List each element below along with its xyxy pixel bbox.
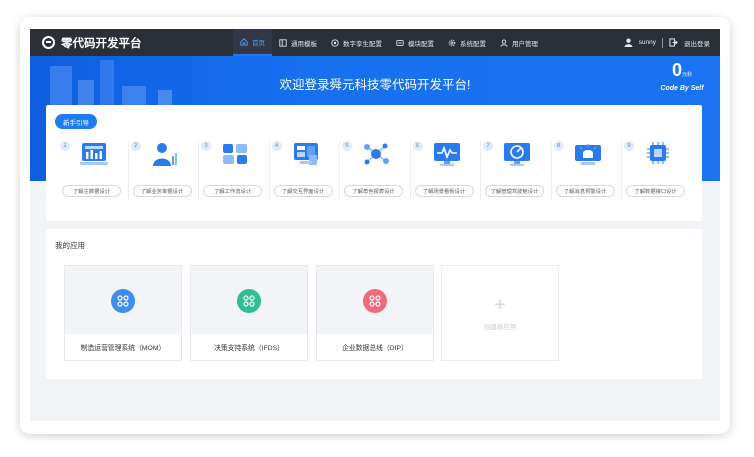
gear-icon bbox=[448, 39, 456, 46]
step-number: 1 bbox=[60, 141, 70, 151]
guide-step-button[interactable]: 了解管理驾驶舱设计 bbox=[485, 185, 544, 197]
logout-icon[interactable] bbox=[669, 38, 678, 47]
nav-label: 模块配置 bbox=[408, 40, 434, 48]
app-grid-icon bbox=[237, 289, 261, 313]
app-card-top bbox=[65, 266, 181, 336]
app-card-top bbox=[317, 266, 433, 336]
guide-step-button[interactable]: 了解消息预警设计 bbox=[555, 185, 615, 197]
guide-step-1: 1 了解主数据设计 bbox=[58, 141, 129, 201]
guide-step-button[interactable]: 了解主数据设计 bbox=[62, 185, 121, 197]
brand-logo-icon bbox=[42, 36, 55, 49]
guide-step-4: 4 了解交互界面设计 bbox=[270, 141, 340, 201]
logo-sub: 元科 bbox=[682, 72, 693, 78]
app-card-top bbox=[191, 266, 307, 336]
dashboard-icon bbox=[80, 143, 108, 165]
workflow-icon bbox=[223, 144, 247, 164]
logout-button[interactable]: 退出登录 bbox=[684, 38, 710, 48]
step-number: 3 bbox=[201, 141, 211, 151]
module-icon bbox=[396, 39, 404, 46]
welcome-title: 欢迎登录舜元科技零代码开发平台! bbox=[279, 78, 471, 92]
guide-step-button[interactable]: 了解数据接口设计 bbox=[626, 185, 685, 197]
alarm-icon bbox=[574, 144, 601, 165]
main-nav: 首页 通用模板 数字孪生配置 模块配置 系统配置 用户管理 bbox=[233, 29, 545, 56]
app-card-dip[interactable]: 企业数据总线（DIP） bbox=[316, 265, 434, 361]
window-frame: 零代码开发平台 首页 通用模板 数字孪生配置 模块配置 系统配置 用户管理 su… bbox=[20, 17, 730, 434]
app-name: 决策支持系统（IFDS） bbox=[191, 334, 307, 360]
nav-label: 通用模板 bbox=[291, 40, 317, 48]
step-number: 5 bbox=[342, 141, 352, 151]
app-title: 零代码开发平台 bbox=[61, 37, 142, 50]
guide-step-8: 8 了解消息预警设计 bbox=[552, 141, 622, 201]
guide-step-6: 6 了解场景看板设计 bbox=[411, 141, 481, 201]
home-icon bbox=[240, 37, 248, 46]
my-apps-title: 我的应用 bbox=[55, 241, 85, 250]
step-number: 7 bbox=[483, 141, 493, 151]
guide-step-5: 5 了解角色报表设计 bbox=[340, 141, 411, 201]
nav-item-system-config[interactable]: 系统配置 bbox=[441, 29, 493, 56]
template-icon bbox=[279, 38, 287, 47]
nav-label: 系统配置 bbox=[460, 40, 486, 48]
user-avatar-icon bbox=[624, 38, 633, 47]
guide-step-3: 3 了解工作流设计 bbox=[199, 141, 270, 201]
app-grid-icon bbox=[111, 289, 135, 313]
username[interactable]: sunny bbox=[639, 39, 656, 46]
guide-steps: 1 了解主数据设计 2 了解业务单据设计 3 了解工作流设计 4 了解交互界面设… bbox=[58, 141, 698, 201]
nav-item-digital-twin[interactable]: 数字孪生配置 bbox=[324, 29, 389, 56]
logo-tagline: Code By Self bbox=[660, 85, 704, 92]
brand[interactable]: 零代码开发平台 bbox=[42, 29, 142, 56]
guide-step-button[interactable]: 了解角色报表设计 bbox=[344, 185, 403, 197]
app-card-ifds[interactable]: 决策支持系统（IFDS） bbox=[190, 265, 308, 361]
chip-icon bbox=[647, 142, 669, 164]
nav-item-user-management[interactable]: 用户管理 bbox=[493, 29, 545, 56]
twin-icon bbox=[331, 38, 339, 47]
logo-mark: 0元科 bbox=[671, 60, 693, 80]
step-number: 9 bbox=[624, 141, 634, 151]
step-number: 2 bbox=[130, 141, 141, 151]
beginner-guide-card: 新手引导 1 了解主数据设计 2 了解业务单据设计 3 了解工作流设计 4 了解… bbox=[46, 105, 702, 221]
guide-step-button[interactable]: 了解场景看板设计 bbox=[414, 185, 474, 197]
divider bbox=[662, 37, 663, 48]
nav-item-home[interactable]: 首页 bbox=[233, 29, 272, 56]
guide-step-9: 9 了解数据接口设计 bbox=[622, 141, 693, 201]
app-card-mom[interactable]: 制造运营管理系统（MOM） bbox=[64, 265, 182, 361]
app-name: 企业数据总线（DIP） bbox=[317, 334, 433, 360]
code-by-self-logo: 0元科 Code By Self bbox=[652, 60, 712, 92]
nav-label: 数字孪生配置 bbox=[343, 40, 382, 48]
guide-step-button[interactable]: 了解交互界面设计 bbox=[273, 185, 333, 197]
network-icon bbox=[364, 143, 389, 165]
cockpit-icon bbox=[504, 143, 530, 166]
app-window: 零代码开发平台 首页 通用模板 数字孪生配置 模块配置 系统配置 用户管理 su… bbox=[30, 29, 720, 421]
create-app-button[interactable]: + 创建新应用 bbox=[441, 265, 559, 361]
app-name: 制造运营管理系统（MOM） bbox=[65, 334, 181, 360]
step-number: 6 bbox=[412, 141, 423, 151]
nav-item-templates[interactable]: 通用模板 bbox=[272, 29, 324, 56]
app-grid-icon bbox=[363, 289, 387, 313]
interface-icon bbox=[293, 143, 318, 165]
guide-step-2: 2 了解业务单据设计 bbox=[129, 141, 199, 201]
beginner-guide-button[interactable]: 新手引导 bbox=[55, 114, 97, 129]
person-chart-icon bbox=[152, 143, 177, 166]
create-app-label: 创建新应用 bbox=[483, 324, 517, 331]
nav-label: 首页 bbox=[252, 39, 265, 47]
nav-label: 用户管理 bbox=[512, 40, 538, 48]
step-number: 4 bbox=[271, 141, 282, 151]
user-area: sunny 退出登录 bbox=[624, 29, 710, 56]
guide-step-7: 7 了解管理驾驶舱设计 bbox=[481, 141, 552, 201]
user-icon bbox=[500, 38, 508, 47]
step-number: 8 bbox=[553, 141, 564, 151]
nav-item-modules[interactable]: 模块配置 bbox=[389, 29, 441, 56]
my-apps-card: 我的应用 制造运营管理系统（MOM） 决策支持系统（IFDS） 企业数据总线（D… bbox=[46, 229, 702, 379]
monitor-chart-icon bbox=[433, 143, 460, 166]
guide-step-button[interactable]: 了解业务单据设计 bbox=[132, 185, 192, 197]
top-navbar: 零代码开发平台 首页 通用模板 数字孪生配置 模块配置 系统配置 用户管理 su… bbox=[30, 29, 720, 56]
guide-step-button[interactable]: 了解工作流设计 bbox=[203, 185, 262, 197]
plus-icon: + bbox=[494, 294, 506, 316]
